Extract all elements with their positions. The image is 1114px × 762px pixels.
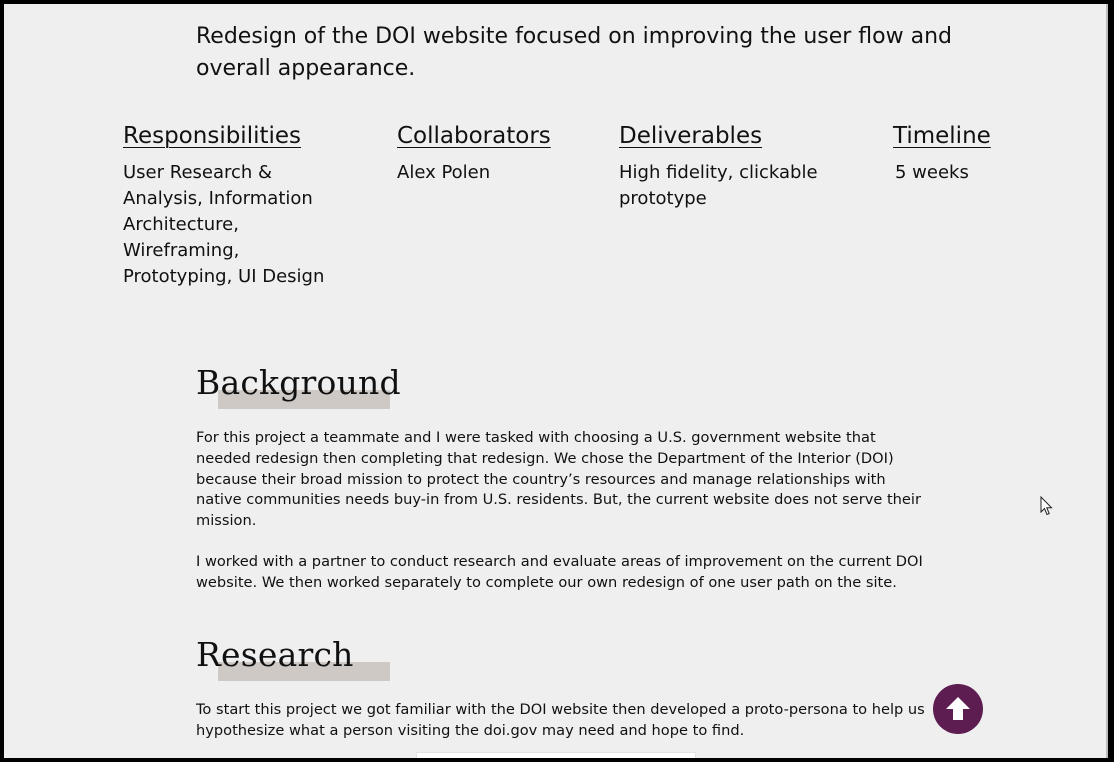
deliverables-text: High fidelity, clickable prototype	[619, 162, 818, 209]
info-timeline: Timeline 5 weeks	[893, 120, 1073, 186]
timeline-heading: Timeline	[893, 123, 991, 149]
info-deliverables: Deliverables High fidelity, clickable pr…	[619, 120, 834, 212]
mouse-pointer-icon	[1040, 496, 1053, 516]
background-paragraph-2: I worked with a partner to conduct resea…	[196, 553, 923, 591]
research-paragraph-1: To start this project we got familiar wi…	[196, 701, 925, 739]
collaborators-heading: Collaborators	[397, 123, 551, 149]
collaborators-text: Alex Polen	[397, 162, 491, 183]
scroll-to-top-button[interactable]	[933, 684, 983, 734]
responsibilities-text: User Research & Analysis, Information Ar…	[123, 162, 325, 287]
research-heading: Research	[196, 635, 390, 681]
scrollbar[interactable]	[1106, 4, 1108, 758]
page-frame: Redesign of the DOI website focused on i…	[4, 4, 1108, 758]
timeline-text: 5 weeks	[895, 162, 969, 183]
arrow-up-icon	[946, 697, 970, 720]
background-heading: Background	[196, 363, 401, 409]
deliverables-heading: Deliverables	[619, 123, 763, 149]
persona-image	[416, 752, 696, 758]
info-collaborators: Collaborators Alex Polen	[397, 120, 597, 186]
info-responsibilities: Responsibilities User Research & Analysi…	[123, 120, 338, 290]
project-intro: Redesign of the DOI website focused on i…	[196, 24, 952, 81]
background-paragraph-1: For this project a teammate and I were t…	[196, 429, 921, 530]
responsibilities-heading: Responsibilities	[123, 123, 302, 149]
